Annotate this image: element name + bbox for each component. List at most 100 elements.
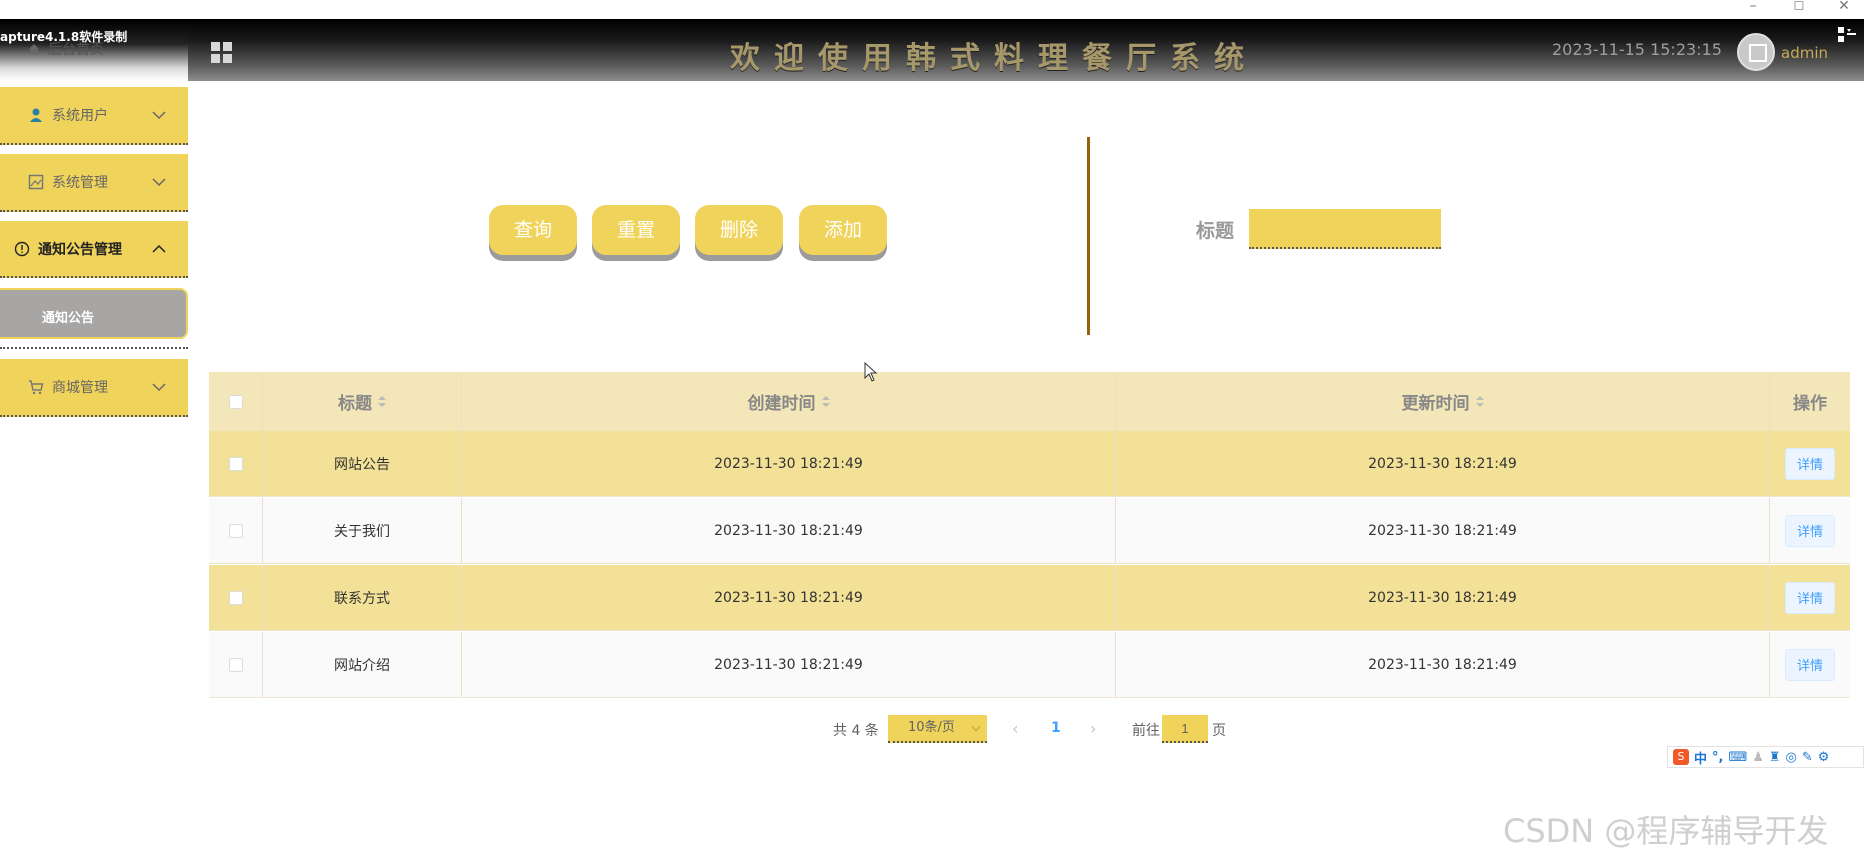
site-title: 欢迎使用韩式料理餐厅系统 (730, 41, 1258, 76)
prev-page-button[interactable]: ‹ (1012, 719, 1018, 738)
table-header-row: 标题 创建时间 更新时间 操作 (209, 372, 1850, 431)
skin-icon[interactable]: ♜ (1769, 750, 1781, 765)
keyboard-icon[interactable]: ⌨ (1728, 750, 1747, 765)
sidebar-subitem-notice[interactable]: 通知公告 (0, 288, 188, 339)
created-cell: 2023-11-30 18:21:49 (462, 431, 1116, 496)
title-cell: 联系方式 (263, 565, 462, 630)
row-checkbox[interactable] (228, 456, 243, 471)
page-number[interactable]: 1 (1051, 720, 1061, 736)
toolbar-divider (1087, 137, 1090, 335)
close-button[interactable]: ✕ (1834, 0, 1854, 14)
settings-gear-icon[interactable]: ⚙ (1818, 750, 1830, 765)
updated-cell: 2023-11-30 18:21:49 (1116, 431, 1770, 496)
operation-cell: 详情 (1770, 498, 1850, 563)
detail-button[interactable]: 详情 (1785, 514, 1835, 547)
delete-button[interactable]: 删除 (695, 205, 783, 255)
column-header-label: 标题 (338, 394, 372, 414)
operation-cell: 详情 (1770, 565, 1850, 630)
sidebar-item-label: 通知公告管理 (38, 241, 122, 258)
home-icon (29, 44, 39, 54)
add-button[interactable]: 添加 (799, 205, 887, 255)
operation-cell: 详情 (1770, 632, 1850, 697)
chevron-up-icon (152, 244, 166, 253)
row-checkbox[interactable] (228, 657, 243, 672)
column-header-updated[interactable]: 更新时间 (1116, 372, 1770, 431)
pagination: 共 4 条 10条/页 ‹ 1 › 前往 页 (0, 715, 1864, 743)
table-row: 联系方式 2023-11-30 18:21:49 2023-11-30 18:2… (209, 565, 1850, 631)
created-cell: 2023-11-30 18:21:49 (462, 498, 1116, 563)
table-row: 网站公告 2023-11-30 18:21:49 2023-11-30 18:2… (209, 431, 1850, 497)
cart-icon (29, 380, 44, 395)
row-checkbox-cell (209, 431, 263, 496)
goto-label: 前往 (1132, 723, 1160, 739)
title-cell: 网站介绍 (263, 632, 462, 697)
detail-button[interactable]: 详情 (1785, 447, 1835, 480)
window-title-bar: – ☐ ✕ (0, 0, 1864, 19)
next-page-button[interactable]: › (1090, 719, 1096, 738)
column-header-created[interactable]: 创建时间 (462, 372, 1116, 431)
sidebar-item-system-users[interactable]: 系统用户 (0, 87, 188, 145)
sort-icon[interactable] (378, 395, 386, 408)
mouse-cursor-icon (864, 362, 878, 382)
home-label: 后台首页 (48, 42, 104, 58)
chevron-down-icon (152, 383, 166, 392)
row-checkbox[interactable] (228, 523, 243, 538)
select-all-checkbox[interactable] (228, 394, 243, 409)
row-checkbox-cell (209, 632, 263, 697)
sidebar-item-label: 系统管理 (52, 175, 108, 191)
detail-button[interactable]: 详情 (1785, 648, 1835, 681)
operation-cell: 详情 (1770, 431, 1850, 496)
maximize-button[interactable]: ☐ (1789, 0, 1809, 14)
image-icon (28, 174, 44, 190)
emoji-icon[interactable]: ◎ (1786, 750, 1797, 765)
title-cell: 网站公告 (263, 431, 462, 496)
sidebar-item-shop-management[interactable]: 商城管理 (0, 359, 188, 417)
home-link[interactable]: 后台首页 (28, 39, 104, 59)
row-checkbox-cell (209, 565, 263, 630)
sort-icon[interactable] (1475, 395, 1484, 408)
collapse-menu-icon[interactable] (1838, 27, 1856, 43)
sidebar-item-system-management[interactable]: 系统管理 (0, 154, 188, 212)
table-row: 关于我们 2023-11-30 18:21:49 2023-11-30 18:2… (209, 498, 1850, 564)
avatar[interactable] (1737, 33, 1775, 71)
search-title-input[interactable] (1249, 209, 1441, 249)
user-icon (30, 108, 42, 122)
info-circle-icon (14, 241, 30, 256)
current-datetime: 2023-11-15 15:23:15 (1552, 40, 1722, 59)
detail-button[interactable]: 详情 (1785, 581, 1835, 614)
column-header-title[interactable]: 标题 (263, 372, 462, 431)
sidebar-item-label: 系统用户 (52, 108, 108, 124)
sort-icon[interactable] (821, 395, 830, 408)
column-header-label: 更新时间 (1401, 394, 1470, 414)
chevron-down-icon (152, 111, 166, 120)
ime-punctuation-toggle[interactable]: °, (1712, 750, 1723, 765)
ime-mode-toggle[interactable]: 中 (1694, 748, 1707, 767)
title-cell: 关于我们 (263, 498, 462, 563)
pagination-total: 共 4 条 (833, 723, 879, 739)
grid-menu-icon[interactable] (211, 42, 233, 64)
column-header-operation: 操作 (1793, 394, 1827, 414)
created-cell: 2023-11-30 18:21:49 (462, 632, 1116, 697)
table-row: 网站介绍 2023-11-30 18:21:49 2023-11-30 18:2… (209, 632, 1850, 698)
sidebar-item-notice-management[interactable]: 通知公告管理 (0, 221, 188, 278)
page-size-select[interactable]: 10条/页 (888, 715, 987, 743)
page-suffix: 页 (1212, 723, 1226, 739)
sidebar-item-label: 商城管理 (52, 380, 108, 396)
csdn-watermark: CSDN @程序辅导开发 (1503, 812, 1829, 850)
created-cell: 2023-11-30 18:21:49 (462, 565, 1116, 630)
ime-logo-icon[interactable]: S (1673, 749, 1689, 765)
row-checkbox[interactable] (228, 590, 243, 605)
tools-icon[interactable]: ✎ (1802, 750, 1813, 765)
search-title-label: 标题 (1196, 220, 1235, 242)
chevron-down-icon (971, 722, 981, 732)
page-size-value: 10条/页 (908, 720, 955, 735)
username[interactable]: admin (1781, 44, 1828, 62)
reset-button[interactable]: 重置 (592, 205, 680, 255)
updated-cell: 2023-11-30 18:21:49 (1116, 565, 1770, 630)
query-button[interactable]: 查询 (489, 205, 577, 255)
goto-page-input[interactable] (1162, 715, 1208, 743)
minimize-button[interactable]: – (1743, 0, 1763, 14)
updated-cell: 2023-11-30 18:21:49 (1116, 632, 1770, 697)
user-icon[interactable]: ♟ (1752, 750, 1764, 765)
ime-toolbar: S 中 °, ⌨ ♟ ♜ ◎ ✎ ⚙ (1667, 746, 1864, 768)
